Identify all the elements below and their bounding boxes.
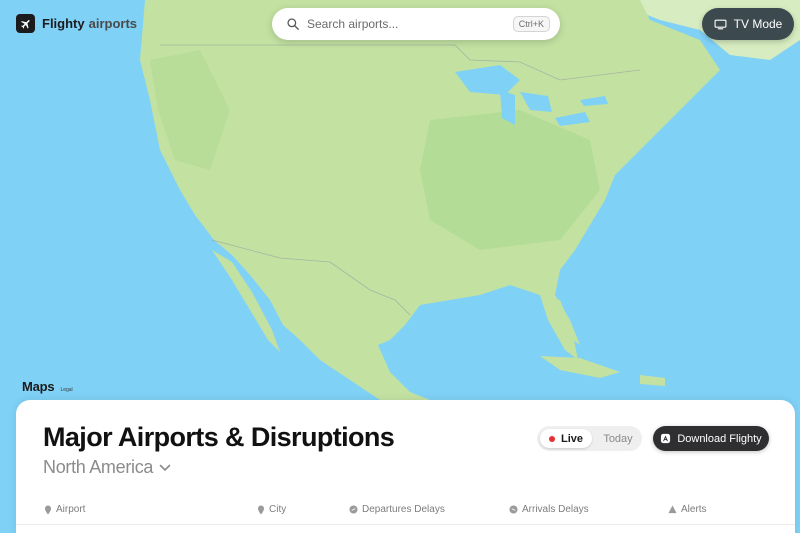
monitor-icon <box>714 19 727 29</box>
col-city[interactable]: City <box>257 504 286 515</box>
location-icon <box>258 505 264 514</box>
table-header: Airport City Departures Delays Arrivals … <box>16 501 795 525</box>
brand-subtitle: airports <box>88 16 138 31</box>
brand-name: Flighty <box>42 16 85 31</box>
region-label: North America <box>43 457 154 477</box>
region-selector[interactable]: North America <box>43 457 171 478</box>
tv-mode-label: TV Mode <box>733 17 783 31</box>
search-bar[interactable]: Ctrl+K <box>272 8 560 40</box>
col-arrivals-delays[interactable]: Arrivals Delays <box>509 504 589 515</box>
search-icon <box>287 18 299 30</box>
pin-icon <box>45 505 51 514</box>
maps-attribution: Maps Legal <box>22 379 73 394</box>
toggle-today[interactable]: Today <box>596 426 640 451</box>
live-dot-icon <box>548 435 555 442</box>
search-shortcut: Ctrl+K <box>512 16 550 32</box>
airports-panel: Major Airports & Disruptions North Ameri… <box>16 400 795 533</box>
alert-triangle-icon <box>668 505 677 514</box>
brand[interactable]: Flighty airports <box>16 14 137 33</box>
app-store-icon <box>661 433 671 444</box>
maps-legal-link[interactable]: Legal <box>60 387 72 393</box>
page-title: Major Airports & Disruptions <box>43 422 395 452</box>
toggle-live[interactable]: Live <box>540 429 592 448</box>
col-airport[interactable]: Airport <box>44 504 85 515</box>
arrival-icon <box>509 505 518 514</box>
departure-icon <box>349 505 358 514</box>
chevron-down-icon <box>159 464 171 471</box>
toggle-live-label: Live <box>560 432 583 445</box>
col-alerts[interactable]: Alerts <box>668 504 707 515</box>
airplane-logo-icon <box>16 14 35 33</box>
tv-mode-button[interactable]: TV Mode <box>702 8 794 40</box>
download-flighty-button[interactable]: Download Flighty <box>653 426 769 451</box>
search-input[interactable] <box>307 17 513 31</box>
live-today-toggle[interactable]: Live Today <box>537 426 642 451</box>
download-label: Download Flighty <box>677 432 762 445</box>
col-departures-delays[interactable]: Departures Delays <box>349 504 445 515</box>
apple-maps-logo: Maps <box>22 379 55 394</box>
